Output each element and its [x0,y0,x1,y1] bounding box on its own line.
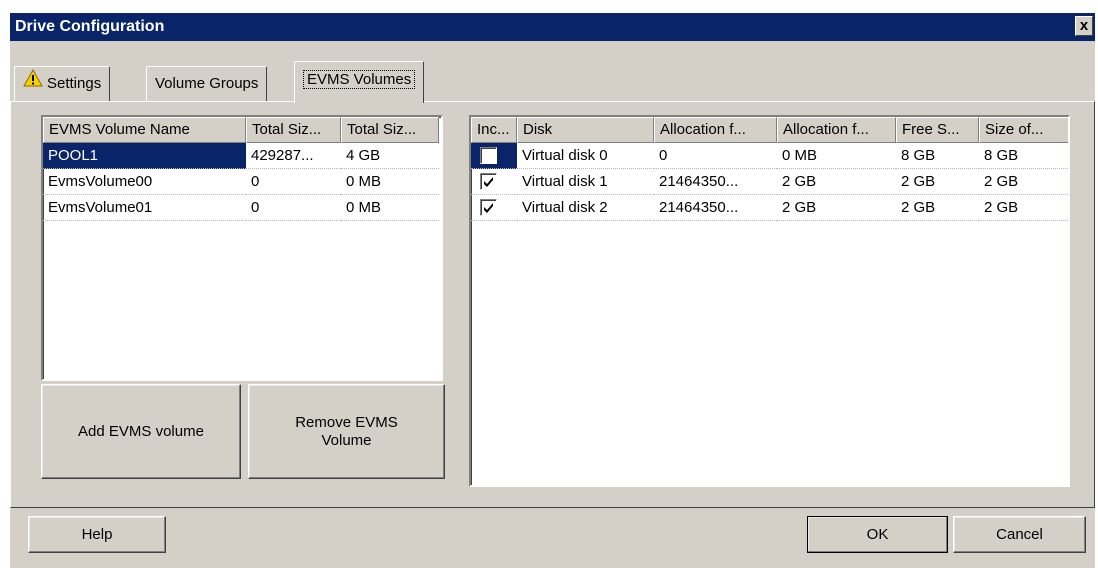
column-header-include[interactable]: Inc... [471,117,517,143]
disk-row[interactable]: Virtual disk 2 21464350... 2 GB 2 GB 2 G… [471,195,1068,221]
column-header-volume-name[interactable]: EVMS Volume Name [43,117,246,143]
allocation-cell: 2 GB [777,195,896,221]
help-button[interactable]: Help [28,516,166,553]
column-header-total-size[interactable]: Total Siz... [341,117,439,143]
disk-size-cell: 2 GB [979,195,1068,221]
volume-row[interactable]: EvmsVolume00 0 0 MB [43,169,439,195]
add-evms-volume-button[interactable]: Add EVMS volume [41,384,241,479]
ok-button[interactable]: OK [807,516,948,553]
tab-evms-volumes[interactable]: EVMS Volumes [294,61,425,103]
column-header-free-space[interactable]: Free S... [896,117,979,143]
disk-size-cell: 2 GB [979,169,1068,195]
disk-name-cell: Virtual disk 0 [517,143,654,169]
include-cell [471,195,517,221]
cancel-button-label: Cancel [996,525,1043,543]
checkmark-icon [484,203,493,213]
volume-size-cell: 0 MB [341,195,439,221]
allocation-bytes-input[interactable]: 0 [654,143,777,169]
free-space-cell: 2 GB [896,169,979,195]
remove-evms-volume-button[interactable]: Remove EVMS Volume [248,384,445,479]
column-header-size[interactable]: Size of... [979,117,1068,143]
tab-volume-groups[interactable]: Volume Groups [146,66,268,101]
column-header-disk[interactable]: Disk [517,117,654,143]
remove-evms-volume-label: Remove EVMS Volume [295,413,398,449]
tab-evms-volumes-label: EVMS Volumes [303,70,416,89]
column-header-allocation-bytes[interactable]: Allocation f... [654,117,777,143]
evms-volume-list-header: EVMS Volume Name Total Siz... Total Siz.… [43,117,439,143]
allocation-cell: 0 MB [777,143,896,169]
include-cell [471,143,517,169]
volume-size-bytes-cell: 0 [246,169,341,195]
add-evms-volume-label: Add EVMS volume [78,422,204,440]
close-icon: x [1079,17,1089,34]
free-space-cell: 2 GB [896,195,979,221]
free-space-cell: 8 GB [896,143,979,169]
volume-size-bytes-cell: 0 [246,195,341,221]
tab-volume-groups-label: Volume Groups [155,75,259,92]
disk-name-cell: Virtual disk 2 [517,195,654,221]
allocation-cell: 2 GB [777,169,896,195]
include-checkbox[interactable] [480,199,497,216]
help-button-label: Help [81,525,113,543]
volume-row[interactable]: POOL1 429287... 4 GB [43,143,439,169]
disk-size-cell: 8 GB [979,143,1068,169]
column-header-allocation[interactable]: Allocation f... [777,117,896,143]
disk-name-cell: Virtual disk 1 [517,169,654,195]
column-header-total-size-bytes[interactable]: Total Siz... [246,117,341,143]
checkmark-icon [484,177,493,187]
volume-size-cell: 4 GB [341,143,439,169]
evms-volume-list[interactable]: EVMS Volume Name Total Siz... Total Siz.… [41,115,443,381]
disk-allocation-list[interactable]: Inc... Disk Allocation f... Allocation f… [469,115,1070,487]
volume-size-cell: 0 MB [341,169,439,195]
disk-row[interactable]: Virtual disk 1 21464350... 2 GB 2 GB 2 G… [471,169,1068,195]
volume-size-bytes-cell: 429287... [246,143,341,169]
title-bar: Drive Configuration x [10,13,1095,41]
include-checkbox[interactable] [480,147,497,164]
allocation-bytes-input[interactable]: 21464350... [654,169,777,195]
disk-list-header: Inc... Disk Allocation f... Allocation f… [471,117,1068,143]
drive-configuration-dialog: Drive Configuration x Settings Volume Gr… [10,13,1095,568]
volume-name-cell: EvmsVolume00 [43,169,246,195]
tab-settings-label: Settings [47,75,102,92]
volume-name-cell: EvmsVolume01 [43,195,246,221]
tab-settings[interactable]: Settings [14,66,111,101]
disk-row[interactable]: Virtual disk 0 0 0 MB 8 GB 8 GB [471,143,1068,169]
allocation-bytes-input[interactable]: 21464350... [654,195,777,221]
ok-button-label: OK [866,525,889,543]
include-checkbox[interactable] [480,173,497,190]
window-title: Drive Configuration [15,18,165,35]
cancel-button[interactable]: Cancel [953,516,1086,553]
close-button[interactable]: x [1075,16,1093,36]
volume-name-cell: POOL1 [43,143,246,169]
include-cell [471,169,517,195]
warning-icon [23,66,43,99]
volume-row[interactable]: EvmsVolume01 0 0 MB [43,195,439,221]
